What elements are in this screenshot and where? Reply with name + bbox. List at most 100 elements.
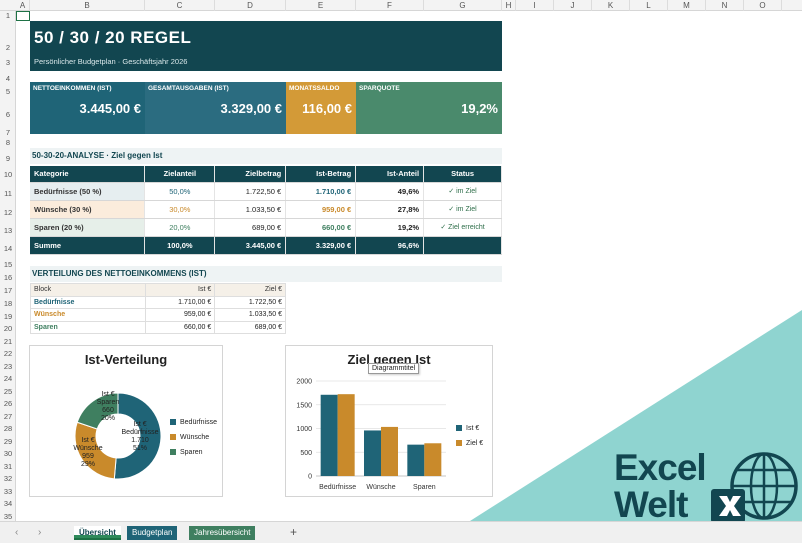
row-header[interactable]: 20	[0, 324, 16, 333]
row-header[interactable]: 18	[0, 299, 16, 308]
status-cell[interactable]: ✓ Ziel erreicht	[423, 218, 502, 238]
sum-target-amount-cell[interactable]: 3.445,00 €	[214, 236, 287, 256]
bar[interactable]	[337, 394, 355, 476]
analysis-section-title[interactable]: 50-30-20-ANALYSE · Ziel gegen Ist	[30, 148, 502, 164]
row-header[interactable]: 1	[0, 11, 16, 20]
actual-cell[interactable]: 660,00 €	[144, 320, 216, 334]
pie-chart-ist-verteilung[interactable]: Ist-Verteilung Ist € Bedürfnisse 1.710 51% I…	[29, 345, 223, 497]
column-header[interactable]: N	[706, 0, 744, 11]
column-header[interactable]: K	[592, 0, 630, 11]
actual-cell[interactable]: 959,00 €	[144, 308, 216, 322]
row-header[interactable]: 8	[0, 138, 16, 147]
row-header[interactable]: 7	[0, 128, 16, 137]
row-header[interactable]: 26	[0, 399, 16, 408]
bar[interactable]	[424, 443, 442, 476]
column-header-cell[interactable]: Kategorie	[30, 166, 146, 183]
row-header[interactable]: 33	[0, 487, 16, 496]
block-cell[interactable]: Wünsche	[30, 308, 146, 322]
sum-status-cell[interactable]	[423, 236, 502, 256]
row-header[interactable]: 17	[0, 286, 16, 295]
column-header-cell[interactable]: Ist €	[144, 283, 216, 297]
row-header[interactable]: 11	[0, 189, 16, 198]
scroll-left-arrow-icon[interactable]: ‹	[15, 527, 18, 538]
distribution-section-title[interactable]: VERTEILUNG DES NETTOEINKOMMENS (IST)	[30, 266, 502, 282]
row-header[interactable]: 29	[0, 437, 16, 446]
row-header[interactable]: 13	[0, 226, 16, 235]
target-cell[interactable]: 689,00 €	[214, 320, 286, 334]
column-header-cell[interactable]: Zielanteil	[144, 166, 216, 183]
category-cell[interactable]: Bedürfnisse (50 %)	[30, 182, 146, 201]
row-header[interactable]: 28	[0, 424, 16, 433]
target-cell[interactable]: 1.722,50 €	[214, 295, 286, 309]
target-amount-cell[interactable]: 689,00 €	[214, 218, 287, 238]
block-cell[interactable]: Sparen	[30, 320, 146, 334]
kpi-savings-rate[interactable]: SPARQUOTE 19,2%	[356, 82, 502, 134]
row-header[interactable]: 4	[0, 74, 16, 83]
column-header-cell[interactable]: Ist-Anteil	[355, 166, 425, 183]
kpi-total-expenses[interactable]: GESAMTAUSGABEN (IST) 3.329,00 €	[145, 82, 286, 134]
status-cell[interactable]: ✓ im Ziel	[423, 182, 502, 201]
pie-slice[interactable]	[113, 392, 162, 480]
bar[interactable]	[320, 394, 338, 476]
bar[interactable]	[364, 430, 381, 476]
column-header-cell[interactable]: Ist-Betrag	[285, 166, 357, 183]
row-header[interactable]: 25	[0, 387, 16, 396]
row-header[interactable]: 27	[0, 412, 16, 421]
sum-actual-amount-cell[interactable]: 3.329,00 €	[285, 236, 357, 256]
bar-chart-ziel-gegen-ist[interactable]: Ziel gegen Ist Diagrammtitel 0 500 1000 150…	[285, 345, 493, 497]
row-header[interactable]: 19	[0, 312, 16, 321]
row-header[interactable]: 32	[0, 474, 16, 483]
pie-legend[interactable]: Bedürfnisse Wünsche Sparen	[170, 415, 217, 460]
row-header[interactable]: 15	[0, 260, 16, 269]
row-header[interactable]: 35	[0, 512, 16, 521]
column-header[interactable]: O	[744, 0, 782, 11]
column-header-cell[interactable]: Zielbetrag	[214, 166, 287, 183]
selected-cell-a1[interactable]	[16, 11, 30, 21]
category-cell[interactable]: Sparen (20 %)	[30, 218, 146, 238]
column-header[interactable]: J	[554, 0, 592, 11]
row-header[interactable]: 24	[0, 374, 16, 383]
row-header[interactable]: 21	[0, 337, 16, 346]
scroll-right-arrow-icon[interactable]: ›	[38, 527, 41, 538]
actual-share-cell[interactable]: 19,2%	[355, 218, 425, 238]
column-header[interactable]: H	[502, 0, 516, 11]
status-cell[interactable]: ✓ im Ziel	[423, 200, 502, 219]
target-amount-cell[interactable]: 1.033,50 €	[214, 200, 287, 219]
actual-amount-cell[interactable]: 959,00 €	[285, 200, 357, 219]
column-header[interactable]: D	[215, 0, 286, 11]
column-header[interactable]: I	[516, 0, 554, 11]
target-cell[interactable]: 1.033,50 €	[214, 308, 286, 322]
kpi-monthly-balance[interactable]: MONATSSALDO 116,00 €	[286, 82, 356, 134]
sum-actual-share-cell[interactable]: 96,6%	[355, 236, 425, 256]
block-cell[interactable]: Bedürfnisse	[30, 295, 146, 309]
sum-label-cell[interactable]: Summe	[30, 236, 146, 256]
category-cell[interactable]: Wünsche (30 %)	[30, 200, 146, 219]
column-header[interactable]: C	[145, 0, 215, 11]
bar-legend[interactable]: Ist € Ziel €	[456, 421, 483, 451]
page-title-banner[interactable]: 50 / 30 / 20 REGEL Persönlicher Budgetpl…	[30, 21, 502, 71]
column-header[interactable]: F	[356, 0, 424, 11]
column-header[interactable]: E	[286, 0, 356, 11]
row-header[interactable]: 10	[0, 170, 16, 179]
row-header[interactable]: 2	[0, 43, 16, 52]
actual-share-cell[interactable]: 49,6%	[355, 182, 425, 201]
row-header[interactable]: 16	[0, 273, 16, 282]
row-header[interactable]: 6	[0, 110, 16, 119]
row-header[interactable]: 30	[0, 449, 16, 458]
column-header[interactable]: G	[424, 0, 502, 11]
target-share-cell[interactable]: 30,0%	[144, 200, 216, 219]
row-header[interactable]: 5	[0, 87, 16, 96]
column-header-cell[interactable]: Ziel €	[214, 283, 286, 297]
column-header[interactable]: B	[30, 0, 145, 11]
sheet-tab-uebersicht[interactable]: Übersicht	[74, 526, 121, 540]
row-header[interactable]: 34	[0, 499, 16, 508]
column-header[interactable]: L	[630, 0, 668, 11]
actual-amount-cell[interactable]: 1.710,00 €	[285, 182, 357, 201]
kpi-net-income[interactable]: NETTOEINKOMMEN (IST) 3.445,00 €	[30, 82, 145, 134]
row-header[interactable]: 23	[0, 362, 16, 371]
row-header[interactable]: 14	[0, 244, 16, 253]
sum-target-share-cell[interactable]: 100,0%	[144, 236, 216, 256]
add-sheet-button[interactable]: +	[290, 525, 297, 539]
target-share-cell[interactable]: 50,0%	[144, 182, 216, 201]
target-share-cell[interactable]: 20,0%	[144, 218, 216, 238]
